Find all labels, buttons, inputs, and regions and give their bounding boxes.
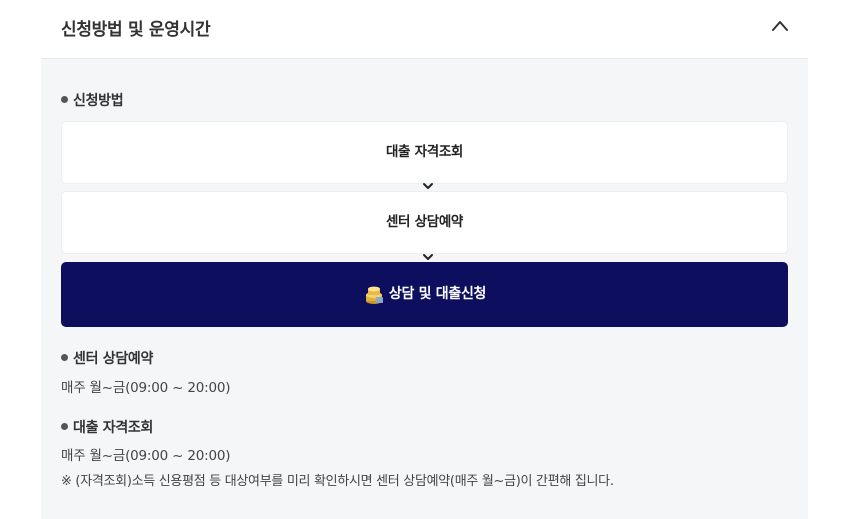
step-label: 대출 자격조회 xyxy=(385,144,464,160)
center-booking-heading: 센터 상담예약 xyxy=(61,348,153,368)
chevron-down-icon xyxy=(423,183,433,189)
apply-button-label: 상담 및 대출신청 xyxy=(388,286,487,302)
eligibility-hours: 매주 월~금(09:00 ~ 20:00) xyxy=(61,448,231,464)
center-booking-hours: 매주 월~금(09:00 ~ 20:00) xyxy=(61,380,231,396)
chevron-up-icon[interactable] xyxy=(770,16,790,36)
step-center-booking[interactable]: 센터 상담예약 xyxy=(61,191,788,254)
step-label: 센터 상담예약 xyxy=(385,214,464,230)
apply-method-heading: 신청방법 xyxy=(61,90,124,110)
panel-title: 신청방법 및 운영시간 xyxy=(61,20,211,40)
coin-stack-icon xyxy=(365,286,383,304)
eligibility-note: ※ (자격조회)소득 신용평점 등 대상여부를 미리 확인하시면 센터 상담예약… xyxy=(61,474,614,489)
apply-info-panel: 신청방법 및 운영시간 신청방법 대출 자격조회 센터 상담예약 상담 및 대출… xyxy=(41,0,808,519)
eligibility-label: 대출 자격조회 xyxy=(73,420,154,436)
bullet-icon xyxy=(61,96,68,103)
eligibility-heading: 대출 자격조회 xyxy=(61,417,153,437)
bullet-icon xyxy=(61,354,68,361)
panel-header[interactable]: 신청방법 및 운영시간 xyxy=(41,0,808,59)
center-booking-label: 센터 상담예약 xyxy=(73,351,154,367)
step-eligibility-check[interactable]: 대출 자격조회 xyxy=(61,121,788,184)
apply-consult-loan-button[interactable]: 상담 및 대출신청 xyxy=(61,262,788,327)
apply-method-label: 신청방법 xyxy=(73,93,124,109)
chevron-down-icon xyxy=(423,254,433,260)
bullet-icon xyxy=(61,423,68,430)
